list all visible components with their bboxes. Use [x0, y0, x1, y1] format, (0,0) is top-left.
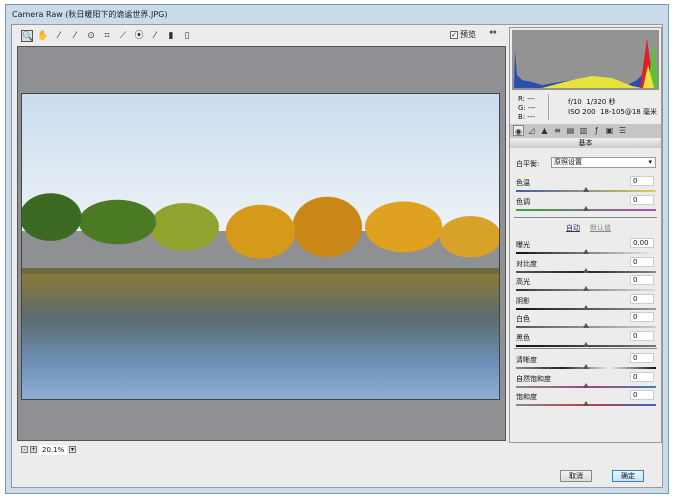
- right-panel: R: --- G: --- B: --- f/10 1/320 秒 ISO 200 …: [509, 27, 662, 443]
- slider-value-input[interactable]: 0: [630, 330, 654, 341]
- camera-raw-window: Camera Raw (秋日暖阳下的诡谧世界.JPG) 🔍 ✋ ⁄ ⁄ ⊙ ⌗ …: [5, 4, 669, 494]
- slider-control: 阴影 0: [516, 293, 656, 310]
- photo-preview: [21, 93, 500, 400]
- slider-label: 清晰度: [516, 356, 537, 364]
- temperature-label: 色温: [516, 179, 530, 187]
- hand-icon[interactable]: ✋: [37, 30, 49, 42]
- slider-thumb[interactable]: [583, 206, 589, 211]
- slider-value-input[interactable]: 0: [630, 312, 654, 322]
- slider-control: 白色 0: [516, 312, 656, 328]
- slider-thumb[interactable]: [583, 286, 589, 291]
- crop-icon[interactable]: ⌗: [101, 30, 113, 42]
- slider-control: 自然饱和度 0: [516, 371, 656, 388]
- tint-control: 色调 0: [516, 195, 656, 211]
- slider-thumb[interactable]: [583, 364, 589, 369]
- zoom-out-button[interactable]: -: [21, 446, 28, 453]
- preview-checkbox[interactable]: ✓ 预览: [450, 29, 476, 40]
- red-eye-icon[interactable]: ⁄: [149, 30, 161, 42]
- slider-thumb[interactable]: [583, 249, 589, 254]
- lens: 18-105@18 毫米: [600, 108, 657, 116]
- tone-curve-tab-icon[interactable]: ◿: [526, 125, 537, 136]
- histogram: [512, 30, 659, 90]
- zoom-in-button[interactable]: +: [30, 446, 37, 453]
- shutter: 1/320 秒: [586, 98, 616, 106]
- section-title: 基本: [510, 138, 661, 148]
- iso: ISO 200: [568, 108, 596, 116]
- slider-value-input[interactable]: 0: [630, 390, 654, 400]
- slider-thumb[interactable]: [583, 323, 589, 328]
- window-title: Camera Raw (秋日暖阳下的诡谧世界.JPG): [12, 10, 168, 19]
- auto-link[interactable]: 自动: [566, 223, 580, 233]
- slider-label: 饱和度: [516, 393, 537, 401]
- preview-label: 预览: [460, 30, 476, 39]
- slider-value-input[interactable]: 0: [630, 371, 654, 382]
- camera-calibration-tab-icon[interactable]: ▣: [604, 125, 615, 136]
- g-value: G: ---: [518, 104, 536, 112]
- zoom-level[interactable]: 20.1%: [39, 444, 67, 455]
- slider-thumb[interactable]: [583, 382, 589, 388]
- brush-icon[interactable]: ▮: [165, 30, 177, 42]
- fx-tab-icon[interactable]: ƒ: [591, 125, 602, 136]
- lens-tab-icon[interactable]: ▥: [578, 125, 589, 136]
- slider-value-input[interactable]: 0: [630, 256, 654, 267]
- tint-input[interactable]: 0: [630, 195, 654, 205]
- white-balance-control: 白平衡: 原照设置 ▾: [516, 157, 656, 169]
- slider-thumb[interactable]: [583, 267, 589, 273]
- zoom-bar: - + 20.1% ▾: [17, 442, 506, 457]
- info-readout: R: --- G: --- B: --- f/10 1/320 秒 ISO 200 …: [512, 92, 659, 122]
- dialog-client: 🔍 ✋ ⁄ ⁄ ⊙ ⌗ ⟋ ⦿ ⁄ ▮ ▯ ✓ 预览 ⇔ - + 20.1% ▾…: [11, 24, 663, 488]
- cancel-button[interactable]: 取消: [560, 470, 592, 482]
- temperature-input[interactable]: 0: [630, 176, 654, 186]
- slider-label: 自然饱和度: [516, 374, 551, 383]
- ok-button[interactable]: 确定: [612, 470, 644, 482]
- slider-control: 曝光 0.00: [516, 238, 656, 254]
- slider-label: 黑色: [516, 333, 530, 342]
- slider-thumb[interactable]: [583, 187, 589, 192]
- white-balance-label: 白平衡:: [516, 160, 540, 168]
- white-balance-select[interactable]: 原照设置 ▾: [551, 157, 656, 168]
- slider-control: 高光 0: [516, 275, 656, 291]
- color-sampler-icon[interactable]: ⁄: [69, 30, 81, 42]
- slider-value-input[interactable]: 0: [630, 275, 654, 285]
- slider-control: 对比度 0: [516, 256, 656, 273]
- slider-thumb[interactable]: [583, 341, 589, 347]
- zoom-dropdown-icon[interactable]: ▾: [69, 446, 76, 453]
- fullscreen-icon[interactable]: ⇔: [487, 28, 499, 40]
- spot-removal-icon[interactable]: ⦿: [133, 30, 145, 42]
- slider-label: 对比度: [516, 259, 537, 268]
- slider-control: 饱和度 0: [516, 390, 656, 406]
- presets-tab-icon[interactable]: ☰: [617, 125, 628, 136]
- slider-value-input[interactable]: 0: [630, 293, 654, 304]
- tint-label: 色调: [516, 198, 530, 206]
- slider-thumb[interactable]: [583, 304, 589, 310]
- slider-value-input[interactable]: 0.00: [630, 238, 654, 248]
- slider-label: 白色: [516, 315, 530, 323]
- detail-tab-icon[interactable]: ▲: [539, 125, 550, 136]
- target-adjust-icon[interactable]: ⊙: [85, 30, 97, 42]
- split-toning-tab-icon[interactable]: ▤: [565, 125, 576, 136]
- slider-label: 高光: [516, 278, 530, 286]
- panel-tabs: ◉ ◿ ▲ ≡ ▤ ▥ ƒ ▣ ☰: [510, 124, 661, 138]
- eyedropper-icon[interactable]: ⁄: [53, 30, 65, 42]
- basic-tab-icon[interactable]: ◉: [513, 125, 524, 136]
- slider-label: 曝光: [516, 241, 530, 249]
- slider-control: 黑色 0: [516, 330, 656, 347]
- b-value: B: ---: [518, 113, 535, 121]
- r-value: R: ---: [518, 95, 535, 103]
- slider-label: 阴影: [516, 296, 530, 305]
- slider-value-input[interactable]: 0: [630, 353, 654, 363]
- slider-thumb[interactable]: [583, 401, 589, 406]
- slider-control: 清晰度 0: [516, 353, 656, 369]
- image-canvas[interactable]: [17, 46, 506, 441]
- zoom-icon[interactable]: 🔍: [21, 30, 33, 42]
- default-link[interactable]: 默认值: [590, 223, 611, 233]
- toolbar: 🔍 ✋ ⁄ ⁄ ⊙ ⌗ ⟋ ⦿ ⁄ ▮ ▯: [17, 27, 507, 45]
- aperture: f/10: [568, 98, 582, 106]
- temperature-control: 色温 0: [516, 176, 656, 192]
- graduated-filter-icon[interactable]: ▯: [181, 30, 193, 42]
- hsl-tab-icon[interactable]: ≡: [552, 125, 563, 136]
- straighten-icon[interactable]: ⟋: [117, 30, 129, 42]
- checkbox-icon[interactable]: ✓: [450, 30, 458, 39]
